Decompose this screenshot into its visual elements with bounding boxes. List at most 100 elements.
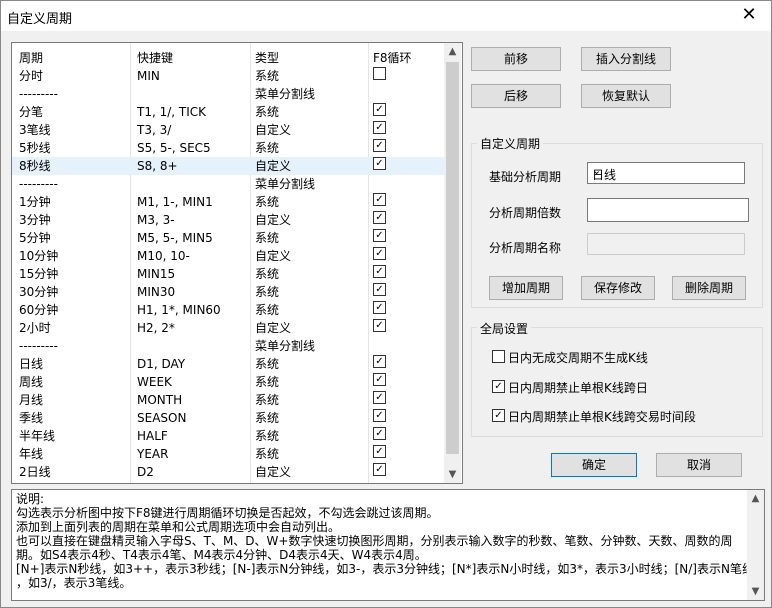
row-period: 2日线 (19, 465, 51, 479)
table-row[interactable]: --------- 菜单分割线 (12, 175, 444, 193)
f8-cycle-checkbox[interactable]: ✓ (373, 157, 386, 170)
f8-cycle-checkbox[interactable]: ✓ (373, 103, 386, 116)
table-row[interactable]: 3笔线 T3, 3/自定义 ✓ (12, 121, 444, 139)
table-row[interactable]: 8秒线 S8, 8+ 自定义 ✓ (12, 157, 444, 175)
table-row[interactable]: 30分钟 MIN30 系统 ✓ (12, 283, 444, 301)
f8-cycle-checkbox[interactable] (373, 67, 386, 80)
table-row[interactable]: 2小时 H2, 2* 自定义 ✓ (12, 319, 444, 337)
option-checkbox[interactable]: ✓ (492, 409, 505, 422)
table-row[interactable]: 季线 SEASON 系统 ✓ (12, 409, 444, 427)
table-row[interactable]: 10分钟 M10, 10- 自定义 ✓ (12, 247, 444, 265)
table-row[interactable]: 15分钟 MIN15 系统 ✓ (12, 265, 444, 283)
f8-cycle-checkbox[interactable]: ✓ (373, 319, 386, 332)
row-shortcut: D1, DAY (137, 357, 186, 371)
column-header-f8[interactable]: F8循环 (373, 49, 412, 66)
table-row[interactable]: 60分钟 H1, 1*, MIN60 系统 ✓ (12, 301, 444, 319)
f8-cycle-checkbox[interactable]: ✓ (373, 229, 386, 242)
cancel-button[interactable]: 取消 (656, 453, 742, 477)
scroll-thumb[interactable] (446, 62, 459, 454)
option-checkbox[interactable]: ✓ (492, 380, 505, 393)
dialog-window: 自定义周期 ✕ 周期 快捷键 类型 F8循环 分时 MIN 系统 --------- 菜… (0, 0, 772, 608)
description-scrollbar[interactable]: ▲ ▼ (747, 490, 764, 600)
move-down-button[interactable]: 后移 (471, 84, 561, 108)
scroll-down-icon[interactable]: ▼ (444, 466, 461, 483)
f8-cycle-checkbox[interactable]: ✓ (373, 409, 386, 422)
f8-cycle-checkbox[interactable]: ✓ (373, 445, 386, 458)
row-type: 自定义 (255, 465, 292, 479)
row-shortcut: S5, 5-, SEC5 (137, 141, 211, 155)
row-type: 系统 (255, 231, 280, 245)
table-row[interactable]: 3分钟 M3, 3- 自定义 ✓ (12, 211, 444, 229)
table-row[interactable]: 2日线 D2 自定义 ✓ (12, 463, 444, 481)
table-row[interactable]: --------- 菜单分割线 (12, 337, 444, 355)
insert-separator-button[interactable]: 插入分割线 (581, 47, 671, 71)
f8-cycle-checkbox[interactable]: ✓ (373, 139, 386, 152)
table-row[interactable]: --------- 菜单分割线 (12, 85, 444, 103)
row-type: 系统 (255, 267, 280, 281)
f8-cycle-checkbox[interactable]: ✓ (373, 355, 386, 368)
column-header-type[interactable]: 类型 (255, 49, 279, 66)
period-rows: 分时 MIN 系统 --------- 菜单分割线 分笔 T1, 1/, TICK 系统 ✓ 3笔… (12, 67, 444, 481)
row-period: 年线 (19, 447, 44, 461)
f8-cycle-checkbox[interactable]: ✓ (373, 211, 386, 224)
table-row[interactable]: 半年线 HALF 系统 ✓ (12, 427, 444, 445)
delete-period-button[interactable]: 删除周期 (672, 276, 746, 300)
row-period: 1分钟 (19, 195, 51, 209)
option-checkbox[interactable] (492, 350, 505, 363)
move-up-button[interactable]: 前移 (471, 47, 561, 71)
f8-cycle-checkbox[interactable]: ✓ (373, 121, 386, 134)
list-header: 周期 快捷键 类型 F8循环 (12, 43, 444, 67)
f8-cycle-checkbox[interactable]: ✓ (373, 373, 386, 386)
f8-cycle-checkbox[interactable]: ✓ (373, 301, 386, 314)
list-scrollbar[interactable]: ▲ ▼ (444, 43, 461, 483)
table-row[interactable]: 周线 WEEK 系统 ✓ (12, 373, 444, 391)
table-row[interactable]: 5秒线 S5, 5-, SEC5 系统 ✓ (12, 139, 444, 157)
restore-default-button[interactable]: 恢复默认 (581, 84, 671, 108)
f8-cycle-checkbox[interactable]: ✓ (373, 247, 386, 260)
save-changes-button[interactable]: 保存修改 (581, 276, 655, 300)
f8-cycle-checkbox[interactable]: ✓ (373, 283, 386, 296)
f8-cycle-checkbox[interactable]: ✓ (373, 463, 386, 476)
row-period: 5分钟 (19, 231, 51, 245)
f8-cycle-checkbox[interactable]: ✓ (373, 193, 386, 206)
scroll-down-icon[interactable]: ▼ (747, 583, 764, 600)
period-list[interactable]: 周期 快捷键 类型 F8循环 分时 MIN 系统 --------- 菜单分割线 分笔 T1… (11, 42, 463, 484)
row-shortcut: T1, 1/, TICK (137, 105, 207, 119)
row-type: 系统 (255, 69, 280, 83)
ok-button[interactable]: 确定 (551, 453, 637, 477)
row-shortcut: S8, 8+ (137, 159, 178, 173)
period-multiple-field[interactable] (587, 198, 749, 222)
table-row[interactable]: 年线 YEAR 系统 ✓ (12, 445, 444, 463)
row-shortcut: M3, 3- (137, 213, 175, 227)
table-row[interactable]: 1分钟 M1, 1-, MIN1 系统 ✓ (12, 193, 444, 211)
column-header-period[interactable]: 周期 (19, 49, 43, 66)
f8-cycle-checkbox[interactable]: ✓ (373, 265, 386, 278)
table-row[interactable]: 5分钟 M5, 5-, MIN5 系统 ✓ (12, 229, 444, 247)
row-shortcut: MIN (137, 69, 160, 83)
row-period: 5秒线 (19, 141, 51, 155)
global-settings-title: 全局设置 (477, 320, 532, 337)
period-name-field[interactable] (587, 233, 745, 255)
table-row[interactable]: 分笔 T1, 1/, TICK 系统 ✓ (12, 103, 444, 121)
scroll-up-icon[interactable]: ▲ (747, 490, 764, 507)
close-icon[interactable]: ✕ (733, 3, 765, 29)
row-type: 系统 (255, 411, 280, 425)
f8-cycle-checkbox[interactable]: ✓ (373, 391, 386, 404)
row-period: 8秒线 (19, 159, 51, 173)
row-period: 10分钟 (19, 249, 59, 263)
base-period-label: 基础分析周期 (489, 170, 562, 184)
add-period-button[interactable]: 增加周期 (489, 276, 563, 300)
table-row[interactable]: 分时 MIN 系统 (12, 67, 444, 85)
column-header-shortcut[interactable]: 快捷键 (137, 49, 173, 66)
scroll-up-icon[interactable]: ▲ (444, 43, 461, 60)
row-type: 系统 (255, 429, 280, 443)
table-row[interactable]: 月线 MONTH 系统 ✓ (12, 391, 444, 409)
base-period-select[interactable]: 日线 ⌄ (587, 162, 745, 184)
period-multiple-label: 分析周期倍数 (489, 206, 562, 220)
row-type: 菜单分割线 (255, 177, 316, 191)
f8-cycle-checkbox[interactable]: ✓ (373, 427, 386, 440)
description-box[interactable]: 说明: 勾选表示分析图中按下F8键进行周期循环切换是否起效，不勾选会跳过该周期。添… (11, 489, 765, 601)
row-period: 分笔 (19, 105, 44, 119)
row-period: 30分钟 (19, 285, 59, 299)
table-row[interactable]: 日线 D1, DAY 系统 ✓ (12, 355, 444, 373)
